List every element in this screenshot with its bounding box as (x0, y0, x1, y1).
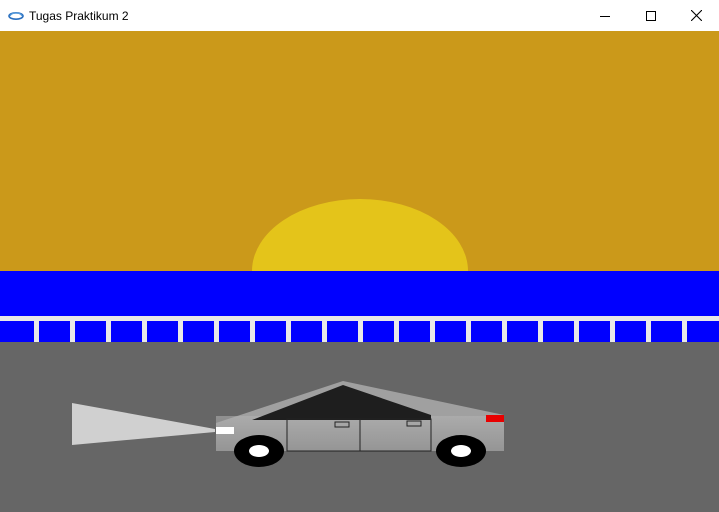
minimize-button[interactable] (582, 0, 628, 31)
opengl-app-icon (8, 12, 24, 21)
window-title: Tugas Praktikum 2 (29, 9, 129, 23)
maximize-icon (646, 10, 656, 21)
sea (0, 271, 719, 316)
car-headlight (216, 427, 234, 434)
title-bar[interactable]: Tugas Praktikum 2 (0, 0, 719, 32)
minimize-icon (600, 15, 610, 17)
close-icon (690, 10, 702, 21)
car-front-hubcap (249, 445, 269, 457)
app-window: Tugas Praktikum 2 (0, 0, 719, 512)
car-taillight (486, 415, 504, 422)
close-button[interactable] (673, 0, 719, 31)
car-rear-hubcap (451, 445, 471, 457)
maximize-button[interactable] (628, 0, 674, 31)
opengl-canvas[interactable] (0, 31, 719, 512)
